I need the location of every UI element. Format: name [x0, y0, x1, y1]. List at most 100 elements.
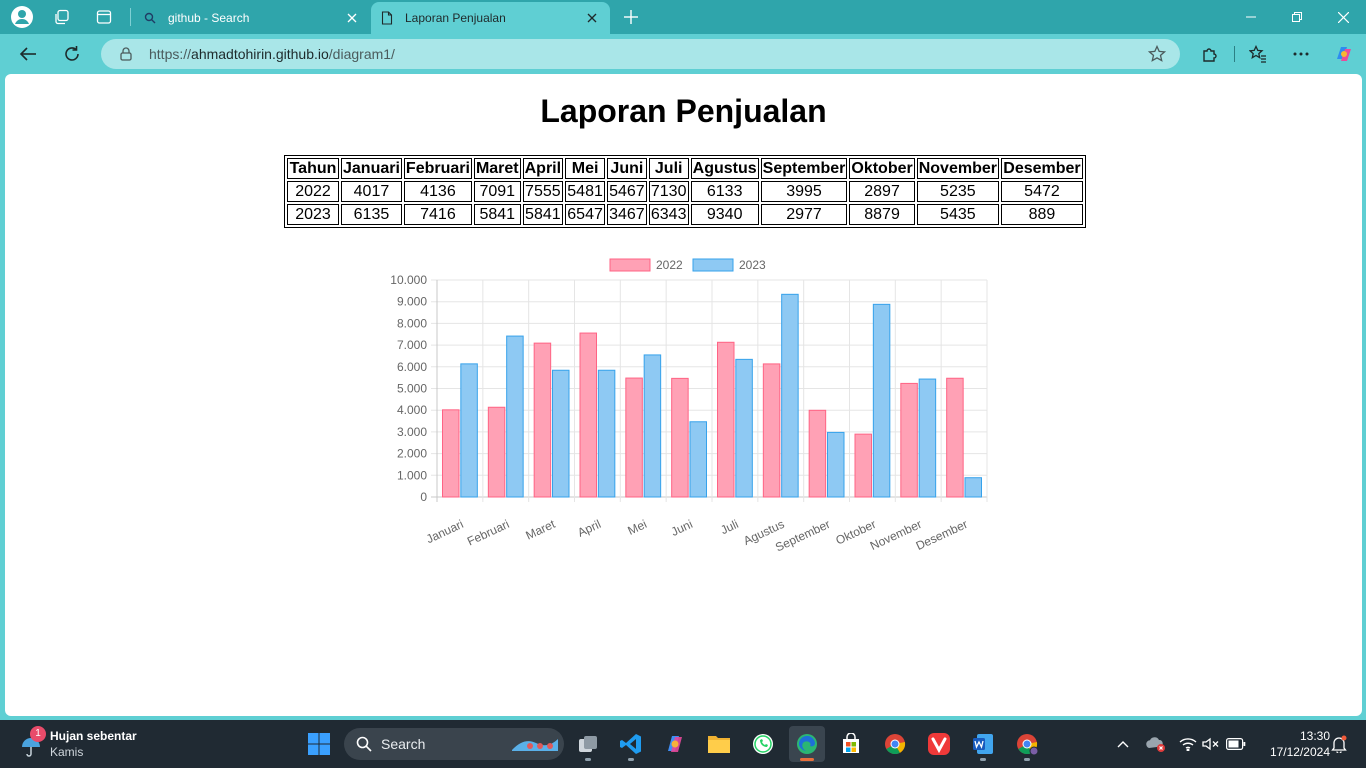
- table-row: 2022 4017 4136 7091 7555 5481 5467 7130 …: [287, 181, 1083, 202]
- chrome-profile-icon[interactable]: [1009, 726, 1045, 762]
- favorite-star-icon[interactable]: [1147, 44, 1167, 63]
- copilot-app-icon[interactable]: [657, 726, 693, 762]
- x-tick-label: Juli: [718, 517, 740, 537]
- running-indicator: [628, 758, 634, 761]
- tab-laporan-penjualan[interactable]: Laporan Penjualan: [371, 2, 610, 34]
- table-header-cell: Mei: [565, 158, 606, 179]
- page-icon: [379, 10, 395, 26]
- table-header-cell: Maret: [473, 158, 521, 179]
- table-header-cell: Oktober: [849, 158, 915, 179]
- profile-icon[interactable]: [8, 3, 36, 31]
- weather-title: Hujan sebentar: [50, 729, 137, 743]
- bar-2023-november: [918, 378, 937, 498]
- bar-2022-maret: [533, 342, 552, 498]
- task-view-icon[interactable]: [570, 726, 606, 762]
- table-cell: 3467: [607, 204, 647, 225]
- copilot-icon[interactable]: [1329, 39, 1359, 69]
- x-tick-label: April: [575, 517, 603, 540]
- workspaces-icon[interactable]: [48, 3, 76, 31]
- y-tick-label: 2.000: [397, 447, 427, 461]
- volume-mute-icon[interactable]: [1199, 732, 1223, 756]
- chrome-icon[interactable]: [877, 726, 913, 762]
- y-tick-label: 10.000: [390, 273, 427, 287]
- whatsapp-icon[interactable]: [745, 726, 781, 762]
- weather-widget[interactable]: 1 Hujan sebentar Kamis: [14, 724, 154, 764]
- running-indicator: [980, 758, 986, 761]
- y-tick-label: 0: [420, 490, 427, 504]
- bar-2022-oktober: [854, 433, 872, 498]
- legend-swatch: [692, 258, 734, 272]
- new-tab-icon[interactable]: [617, 3, 645, 31]
- close-icon[interactable]: [580, 6, 604, 30]
- running-indicator: [1024, 758, 1030, 761]
- bar-2022-september: [808, 409, 827, 498]
- table-cell: 6547: [565, 204, 606, 225]
- table-header-cell: Tahun: [287, 158, 339, 179]
- table-cell: 9340: [690, 204, 759, 225]
- table-cell: 2897: [849, 181, 915, 202]
- bar-2023-juli: [735, 358, 753, 498]
- bar-2022-november: [900, 382, 918, 498]
- y-tick-label: 4.000: [397, 403, 427, 417]
- tab-title: github - Search: [168, 11, 250, 25]
- tab-github-search[interactable]: github - Search: [134, 2, 370, 34]
- system-clock[interactable]: 13:30 17/12/2024: [1254, 728, 1330, 760]
- table-header-cell: Desember: [1000, 158, 1083, 179]
- battery-icon[interactable]: [1224, 732, 1248, 756]
- url-host: ahmadtohirin.github.io: [191, 46, 329, 62]
- table-cell: 5467: [607, 181, 647, 202]
- sales-bar-chart[interactable]: 0 1.000 2.000 3.000 4.000 5.000 6.000 7.000 8.00…: [375, 254, 995, 554]
- bar-2023-maret: [552, 369, 570, 498]
- back-icon[interactable]: [13, 39, 43, 69]
- x-tick-label: Januari: [424, 517, 466, 546]
- edge-icon[interactable]: [789, 726, 825, 762]
- table-header-cell: Januari: [341, 158, 402, 179]
- close-icon[interactable]: [340, 6, 364, 30]
- favorites-icon[interactable]: [1243, 39, 1273, 69]
- bar-2023-mei: [643, 354, 662, 498]
- table-cell: 7416: [403, 204, 472, 225]
- notification-bell-icon[interactable]: [1327, 732, 1351, 756]
- minimize-icon[interactable]: [1228, 0, 1274, 34]
- search-label: Search: [381, 736, 426, 752]
- table-cell: 4017: [341, 181, 402, 202]
- table-header-cell: Agustus: [690, 158, 759, 179]
- table-cell: 3995: [760, 181, 848, 202]
- lock-icon[interactable]: [118, 46, 134, 62]
- legend-label: 2022: [656, 258, 683, 272]
- url-text: https://ahmadtohirin.github.io/diagram1/: [149, 39, 395, 69]
- bar-2023-april: [597, 369, 616, 498]
- refresh-icon[interactable]: [57, 39, 87, 69]
- start-button[interactable]: [301, 726, 337, 762]
- address-bar[interactable]: https://ahmadtohirin.github.io/diagram1/: [101, 39, 1180, 69]
- taskbar-search[interactable]: Search: [344, 728, 564, 760]
- table-cell: 2022: [287, 181, 339, 202]
- table-cell: 5235: [916, 181, 999, 202]
- notification-badge: 1: [30, 726, 46, 742]
- table-cell: 5841: [522, 204, 564, 225]
- close-window-icon[interactable]: [1320, 0, 1366, 34]
- vscode-icon[interactable]: [613, 726, 649, 762]
- onedrive-error-icon[interactable]: [1144, 732, 1168, 756]
- x-tick-label: Februari: [465, 517, 511, 549]
- restore-icon[interactable]: [1274, 0, 1320, 34]
- bar-2022-desember: [946, 377, 964, 498]
- word-icon[interactable]: [965, 726, 1001, 762]
- bar-2023-september: [827, 431, 845, 498]
- vivaldi-icon[interactable]: [921, 726, 957, 762]
- extensions-icon[interactable]: [1195, 39, 1225, 69]
- chevron-up-icon[interactable]: [1111, 732, 1135, 756]
- tab-actions-icon[interactable]: [90, 3, 118, 31]
- table-header-cell: Februari: [403, 158, 472, 179]
- store-icon[interactable]: [833, 726, 869, 762]
- table-cell: 4136: [403, 181, 472, 202]
- bar-2023-agustus: [781, 293, 799, 498]
- more-options-icon[interactable]: [1286, 39, 1316, 69]
- table-header-cell: September: [760, 158, 848, 179]
- table-header-cell: Juli: [648, 158, 689, 179]
- x-tick-label: November: [868, 517, 924, 553]
- file-explorer-icon[interactable]: [701, 726, 737, 762]
- wifi-icon[interactable]: [1176, 732, 1200, 756]
- y-tick-label: 3.000: [397, 425, 427, 439]
- table-cell: 6135: [341, 204, 402, 225]
